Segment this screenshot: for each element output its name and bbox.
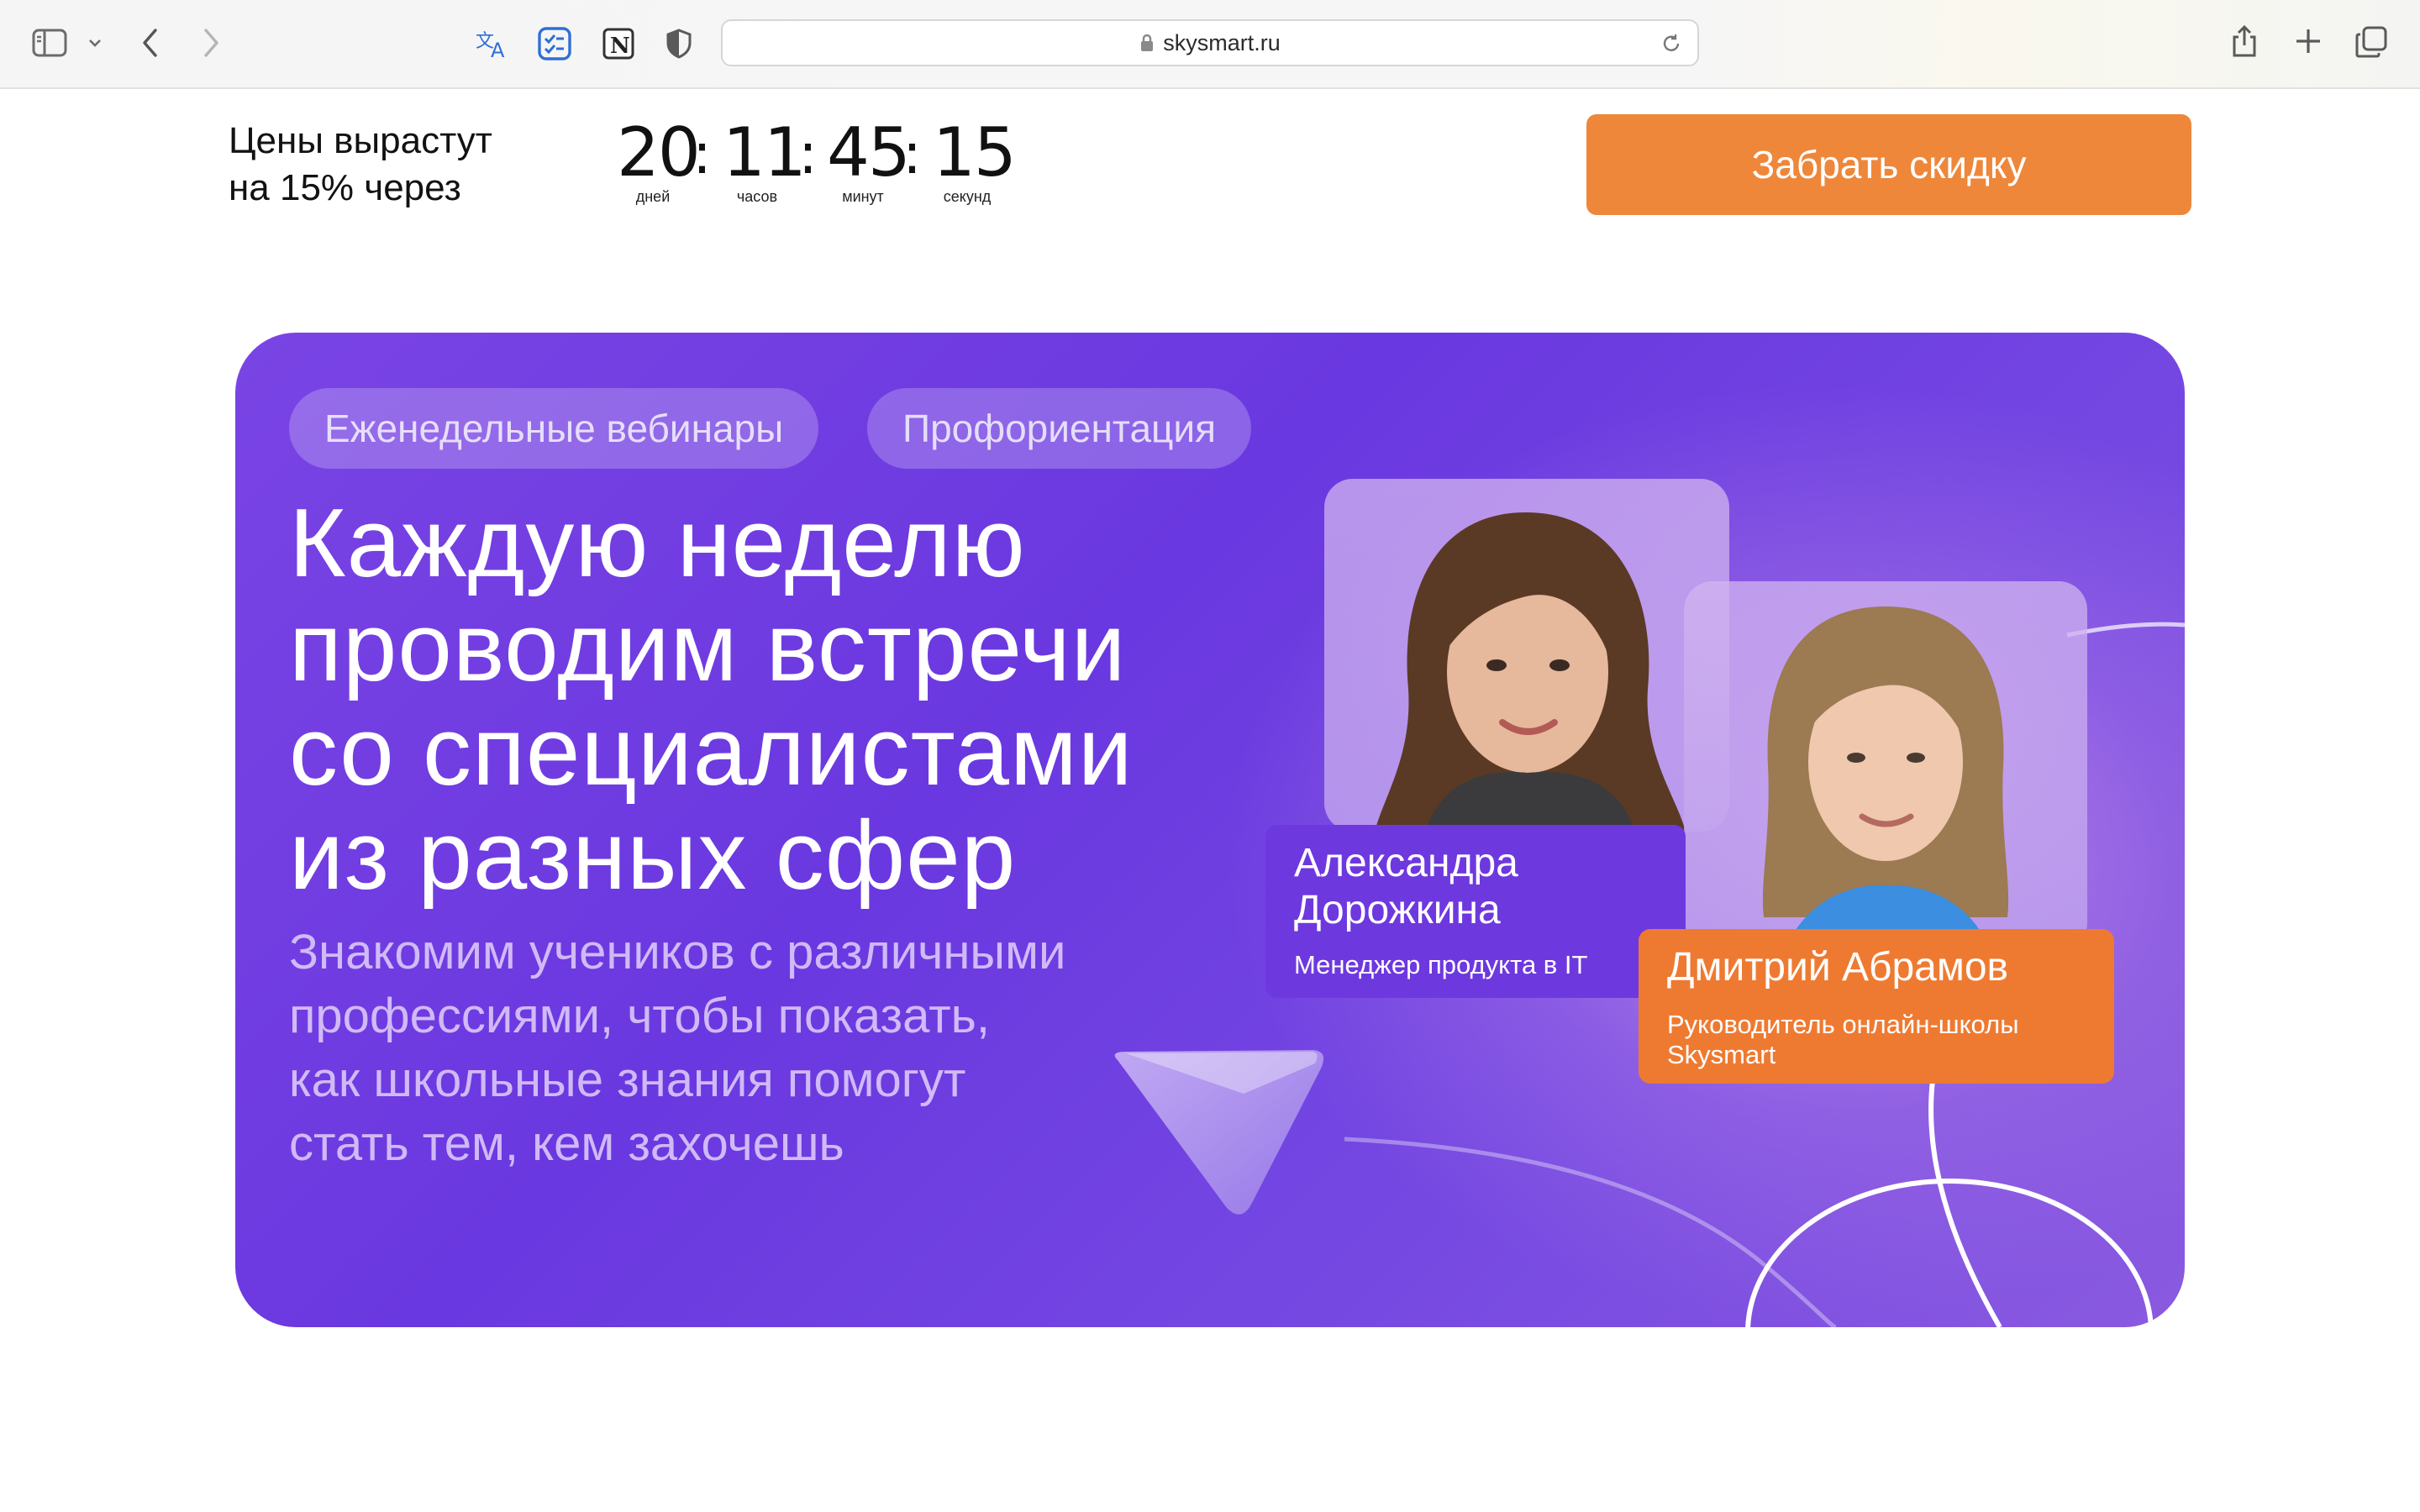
subtitle-line: профессиями, чтобы показать, xyxy=(289,989,991,1043)
lock-icon xyxy=(1141,34,1154,51)
person-portrait-icon xyxy=(1375,512,1686,832)
hero-headline: Каждую неделю проводим встречи со специа… xyxy=(289,491,1297,907)
hero-subtitle: Знакомим учеников с различными профессия… xyxy=(289,921,1255,1176)
timer-minutes-label: минут xyxy=(842,188,884,205)
speaker-role-line: Руководитель онлайн-школы xyxy=(1667,1010,2019,1039)
new-tab-plus-icon[interactable] xyxy=(2294,27,2323,55)
headline-line: из разных сфер xyxy=(289,801,1017,910)
url-text: skysmart.ru xyxy=(1163,29,1281,55)
timer-separator: : xyxy=(692,121,712,187)
reload-icon[interactable] xyxy=(1660,33,1682,59)
timer-hours-label: часов xyxy=(736,188,778,205)
todo-extension-icon[interactable] xyxy=(538,27,571,60)
speaker-photo-dmitry xyxy=(1684,581,2087,951)
subtitle-line: как школьные знания помогут xyxy=(289,1053,966,1107)
headline-line: Каждую неделю xyxy=(289,488,1026,597)
translate-icon[interactable]: 文A xyxy=(476,29,511,59)
person-portrait-icon xyxy=(1762,606,2009,951)
speaker-photo-alexandra xyxy=(1324,479,1729,832)
price-increase-notice: Цены вырастут на 15% через xyxy=(229,118,531,212)
timer-days: 20 xyxy=(617,113,701,192)
subtitle-line: стать тем, кем захочешь xyxy=(289,1116,844,1171)
speaker-name-line: Дорожкина xyxy=(1294,888,1501,932)
address-bar[interactable]: skysmart.ru xyxy=(721,19,1699,66)
tab-overview-icon[interactable] xyxy=(2354,25,2388,59)
privacy-shield-icon[interactable] xyxy=(666,29,692,59)
chevron-down-icon[interactable] xyxy=(87,37,103,49)
speaker-card-alexandra: Александра Дорожкина Менеджер продукта в… xyxy=(1265,825,1686,998)
chip-career-guidance[interactable]: Профориентация xyxy=(867,388,1252,469)
headline-line: проводим встречи xyxy=(289,592,1127,701)
browser-toolbar: 文A N skysmart.ru xyxy=(0,0,2420,89)
sidebar-toggle-icon[interactable] xyxy=(32,29,67,57)
speaker-name: Дмитрий Абрамов xyxy=(1667,945,2009,990)
speaker-name-line: Александра xyxy=(1294,841,1518,885)
timer-days-label: дней xyxy=(635,188,671,205)
timer-minutes: 45 xyxy=(827,113,911,192)
webinars-banner: Еженедельные вебинары Профориентация Каж… xyxy=(235,333,2185,1327)
speaker-role-line: Skysmart xyxy=(1667,1040,1776,1069)
timer-seconds: 15 xyxy=(933,113,1017,192)
subtitle-line: Знакомим учеников с различными xyxy=(289,925,1066,979)
notion-icon[interactable]: N xyxy=(602,27,635,60)
chip-weekly-webinars[interactable]: Еженедельные вебинары xyxy=(289,388,819,469)
timer-separator: : xyxy=(798,121,818,187)
headline-line: со специалистами xyxy=(289,696,1134,806)
timer-seconds-label: секунд xyxy=(943,188,992,205)
speaker-card-dmitry: Дмитрий Абрамов Руководитель онлайн-школ… xyxy=(1639,929,2114,1084)
get-discount-button[interactable]: Забрать скидку xyxy=(1586,114,2191,215)
promo-line-2: на 15% через xyxy=(229,167,461,208)
svg-text:A: A xyxy=(491,39,505,59)
promo-line-1: Цены вырастут xyxy=(229,120,492,161)
back-arrow-icon[interactable] xyxy=(141,27,160,59)
timer-hours: 11 xyxy=(723,113,807,192)
forward-arrow-icon[interactable] xyxy=(202,27,220,59)
speaker-role: Менеджер продукта в IT xyxy=(1294,950,1588,979)
svg-text:N: N xyxy=(610,34,630,59)
share-icon[interactable] xyxy=(2230,24,2259,59)
timer-separator: : xyxy=(902,121,922,187)
